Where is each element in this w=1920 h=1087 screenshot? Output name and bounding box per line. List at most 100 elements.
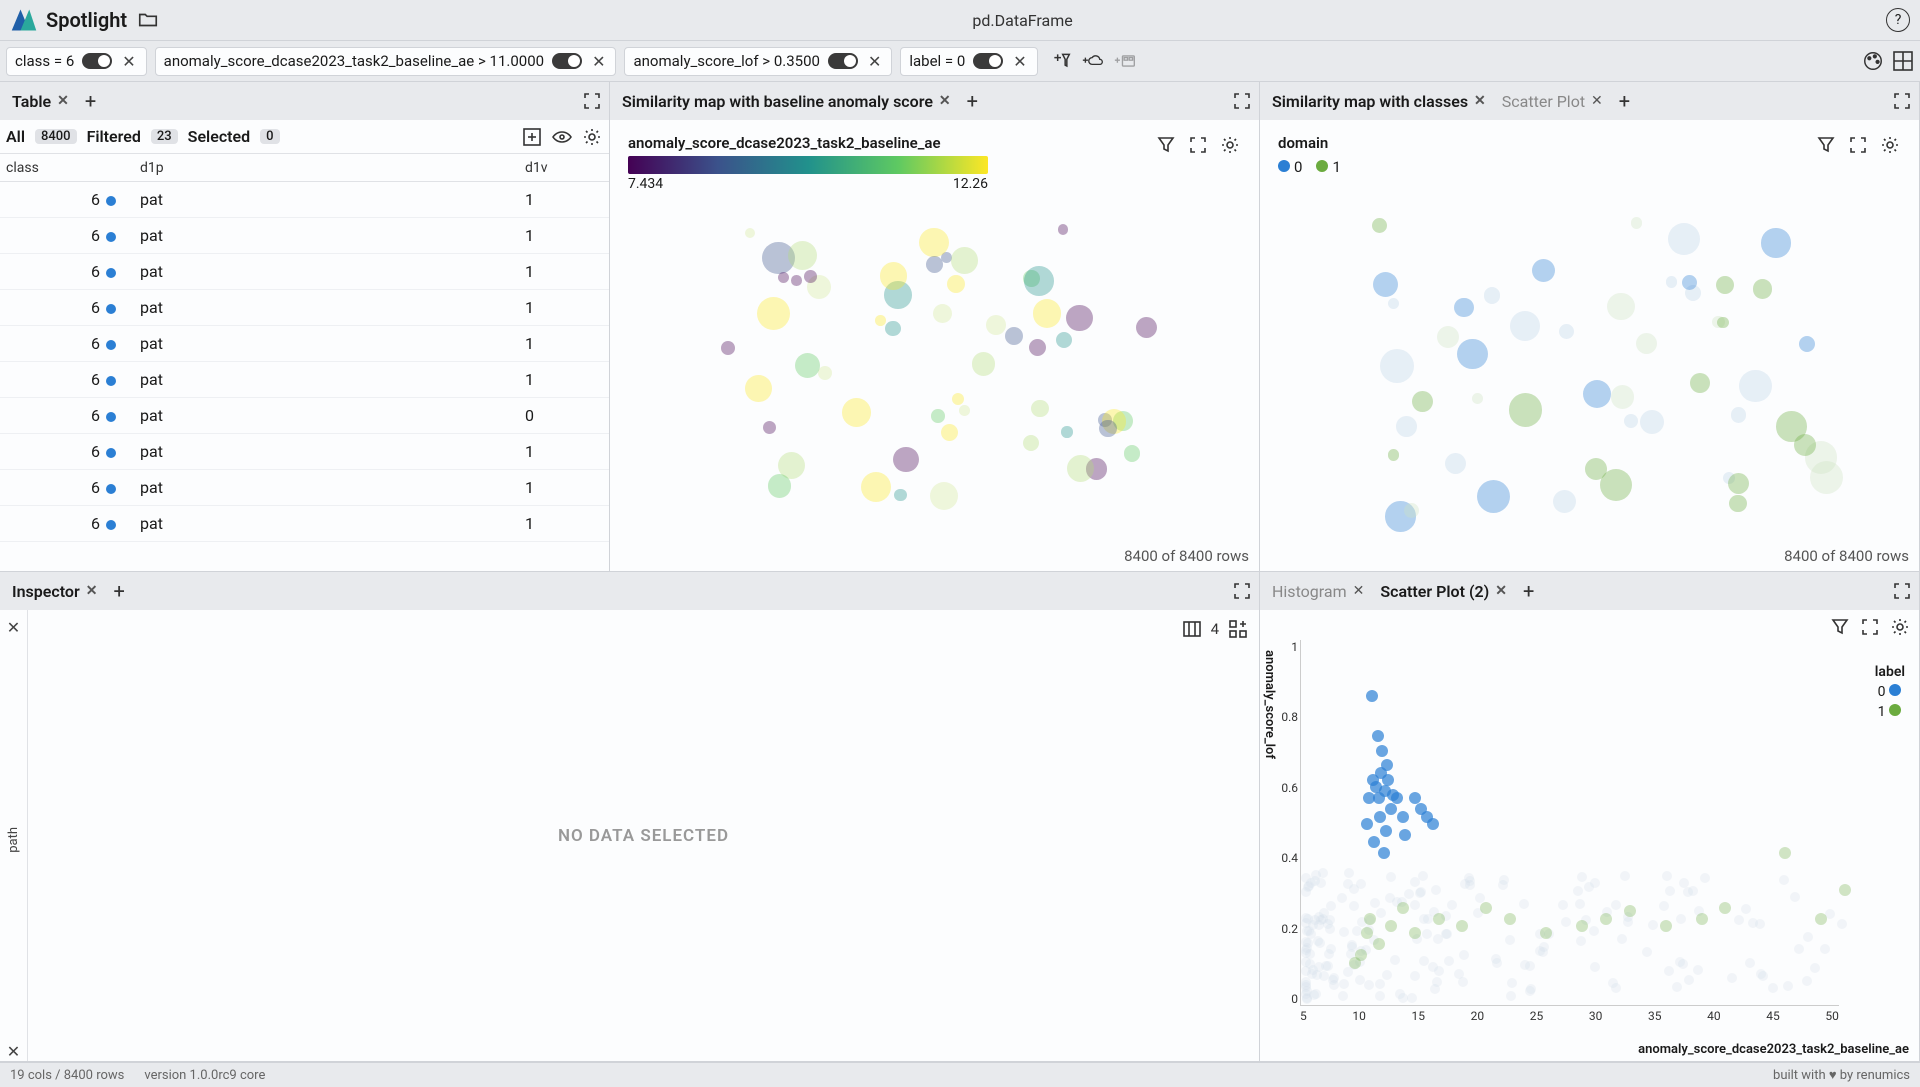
tab-label: Histogram <box>1272 582 1347 601</box>
filter-chip[interactable]: anomaly_score_dcase2023_task2_baseline_a… <box>155 47 617 76</box>
add-tab-icon[interactable]: + <box>107 579 130 603</box>
add-card-icon <box>1114 50 1136 72</box>
close-icon[interactable]: ✕ <box>5 1042 22 1061</box>
close-icon[interactable]: ✕ <box>5 618 22 637</box>
filter-chip[interactable]: anomaly_score_lof > 0.3500✕ <box>624 47 892 76</box>
tab-label: Scatter Plot <box>1502 92 1585 111</box>
expand-icon[interactable] <box>1847 134 1869 156</box>
gear-icon[interactable] <box>581 126 603 148</box>
eye-icon[interactable] <box>551 126 573 148</box>
row-counter: 8400 of 8400 rows <box>1124 547 1249 565</box>
filter-toggle[interactable] <box>552 53 582 69</box>
filter-chip[interactable]: label = 0✕ <box>900 47 1037 76</box>
tab-inspector[interactable]: Inspector ✕ <box>6 578 103 605</box>
table-row[interactable]: 6pat1 <box>0 182 609 218</box>
tab-label: Similarity map with classes <box>1272 92 1468 111</box>
table-row[interactable]: 6pat1 <box>0 362 609 398</box>
gear-icon[interactable] <box>1219 134 1241 156</box>
layout-grid-icon[interactable] <box>1892 50 1914 72</box>
sim-map-classes-panel: Similarity map with classes ✕ Scatter Plo… <box>1260 82 1920 572</box>
table-row[interactable]: 6pat1 <box>0 254 609 290</box>
add-column-icon[interactable] <box>521 126 543 148</box>
app-name: Spotlight <box>46 8 127 32</box>
filtered-label[interactable]: Filtered <box>87 127 141 146</box>
no-data-message: NO DATA SELECTED <box>28 610 1259 1061</box>
scatter-canvas[interactable] <box>1270 180 1909 541</box>
all-count: 8400 <box>35 129 77 144</box>
color-scale <box>628 156 988 174</box>
maximize-icon[interactable] <box>1231 580 1253 602</box>
legend-item: 0 <box>1878 684 1886 700</box>
filter-icon[interactable] <box>1155 134 1177 156</box>
col-class-header[interactable]: class <box>0 160 140 176</box>
close-icon[interactable]: ✕ <box>1353 583 1365 599</box>
filtered-count: 23 <box>151 129 178 144</box>
tab-label: Inspector <box>12 582 80 601</box>
open-folder-icon[interactable] <box>137 9 159 31</box>
table-row[interactable]: 6pat1 <box>0 218 609 254</box>
close-icon[interactable]: ✕ <box>57 93 69 109</box>
app-header: Spotlight pd.DataFrame ? <box>0 0 1920 40</box>
gear-icon[interactable] <box>1889 616 1911 638</box>
footer: 19 cols / 8400 rows version 1.0.0rc9 cor… <box>0 1062 1920 1087</box>
footer-version: version 1.0.0rc9 core <box>144 1068 265 1083</box>
table-row[interactable]: 6pat1 <box>0 290 609 326</box>
tab-histogram[interactable]: Histogram ✕ <box>1266 578 1370 605</box>
legend-item: 1 <box>1878 704 1886 720</box>
all-label[interactable]: All <box>6 127 25 146</box>
close-icon[interactable]: ✕ <box>866 52 883 71</box>
tab-scatter-plot[interactable]: Scatter Plot ✕ <box>1496 88 1609 115</box>
tab-label: Scatter Plot (2) <box>1380 582 1489 601</box>
help-icon[interactable]: ? <box>1886 8 1910 32</box>
close-icon[interactable]: ✕ <box>1591 93 1603 109</box>
tab-sim-anomaly[interactable]: Similarity map with baseline anomaly sco… <box>616 88 957 115</box>
close-icon[interactable]: ✕ <box>120 52 137 71</box>
table-row[interactable]: 6pat1 <box>0 506 609 542</box>
legend-dot-icon <box>1316 160 1328 172</box>
row-counter: 8400 of 8400 rows <box>1784 547 1909 565</box>
col-d1p-header[interactable]: d1p <box>140 160 525 176</box>
tab-sim-classes[interactable]: Similarity map with classes ✕ <box>1266 88 1492 115</box>
sim-map-anomaly-panel: Similarity map with baseline anomaly sco… <box>610 82 1260 572</box>
legend-label: anomaly_score_dcase2023_task2_baseline_a… <box>628 134 988 152</box>
add-tab-icon[interactable]: + <box>961 89 984 113</box>
filter-toggle[interactable] <box>828 53 858 69</box>
columns-icon[interactable] <box>1181 618 1203 640</box>
expand-icon[interactable] <box>1187 134 1209 156</box>
chart-canvas[interactable] <box>1300 640 1839 1006</box>
close-icon[interactable]: ✕ <box>1474 93 1486 109</box>
add-tab-icon[interactable]: + <box>79 89 102 113</box>
add-tab-icon[interactable]: + <box>1517 579 1540 603</box>
expand-icon[interactable] <box>1859 616 1881 638</box>
filter-chip[interactable]: class = 6✕ <box>6 47 147 76</box>
tab-scatter-2[interactable]: Scatter Plot (2) ✕ <box>1374 578 1513 605</box>
filter-icon[interactable] <box>1815 134 1837 156</box>
tab-table[interactable]: Table✕ <box>6 88 75 115</box>
close-icon[interactable]: ✕ <box>86 583 98 599</box>
table-row[interactable]: 6pat0 <box>0 398 609 434</box>
filter-toggle[interactable] <box>973 53 1003 69</box>
add-grid-icon[interactable] <box>1227 618 1249 640</box>
table-row[interactable]: 6pat1 <box>0 470 609 506</box>
maximize-icon[interactable] <box>1891 580 1913 602</box>
filter-toggle[interactable] <box>82 53 112 69</box>
add-cloud-icon[interactable] <box>1082 50 1104 72</box>
close-icon[interactable]: ✕ <box>590 52 607 71</box>
add-filter-icon[interactable] <box>1050 50 1072 72</box>
add-tab-icon[interactable]: + <box>1613 89 1636 113</box>
close-icon[interactable]: ✕ <box>1495 583 1507 599</box>
scatter-canvas[interactable] <box>620 180 1249 541</box>
close-icon[interactable]: ✕ <box>939 93 951 109</box>
document-title: pd.DataFrame <box>159 11 1886 30</box>
gear-icon[interactable] <box>1879 134 1901 156</box>
selected-label[interactable]: Selected <box>188 127 250 146</box>
close-icon[interactable]: ✕ <box>1011 52 1028 71</box>
filter-icon[interactable] <box>1829 616 1851 638</box>
maximize-icon[interactable] <box>1231 90 1253 112</box>
table-row[interactable]: 6pat1 <box>0 326 609 362</box>
table-row[interactable]: 6pat1 <box>0 434 609 470</box>
palette-icon[interactable] <box>1862 50 1884 72</box>
maximize-icon[interactable] <box>581 90 603 112</box>
col-d1v-header[interactable]: d1v <box>525 160 609 176</box>
maximize-icon[interactable] <box>1891 90 1913 112</box>
